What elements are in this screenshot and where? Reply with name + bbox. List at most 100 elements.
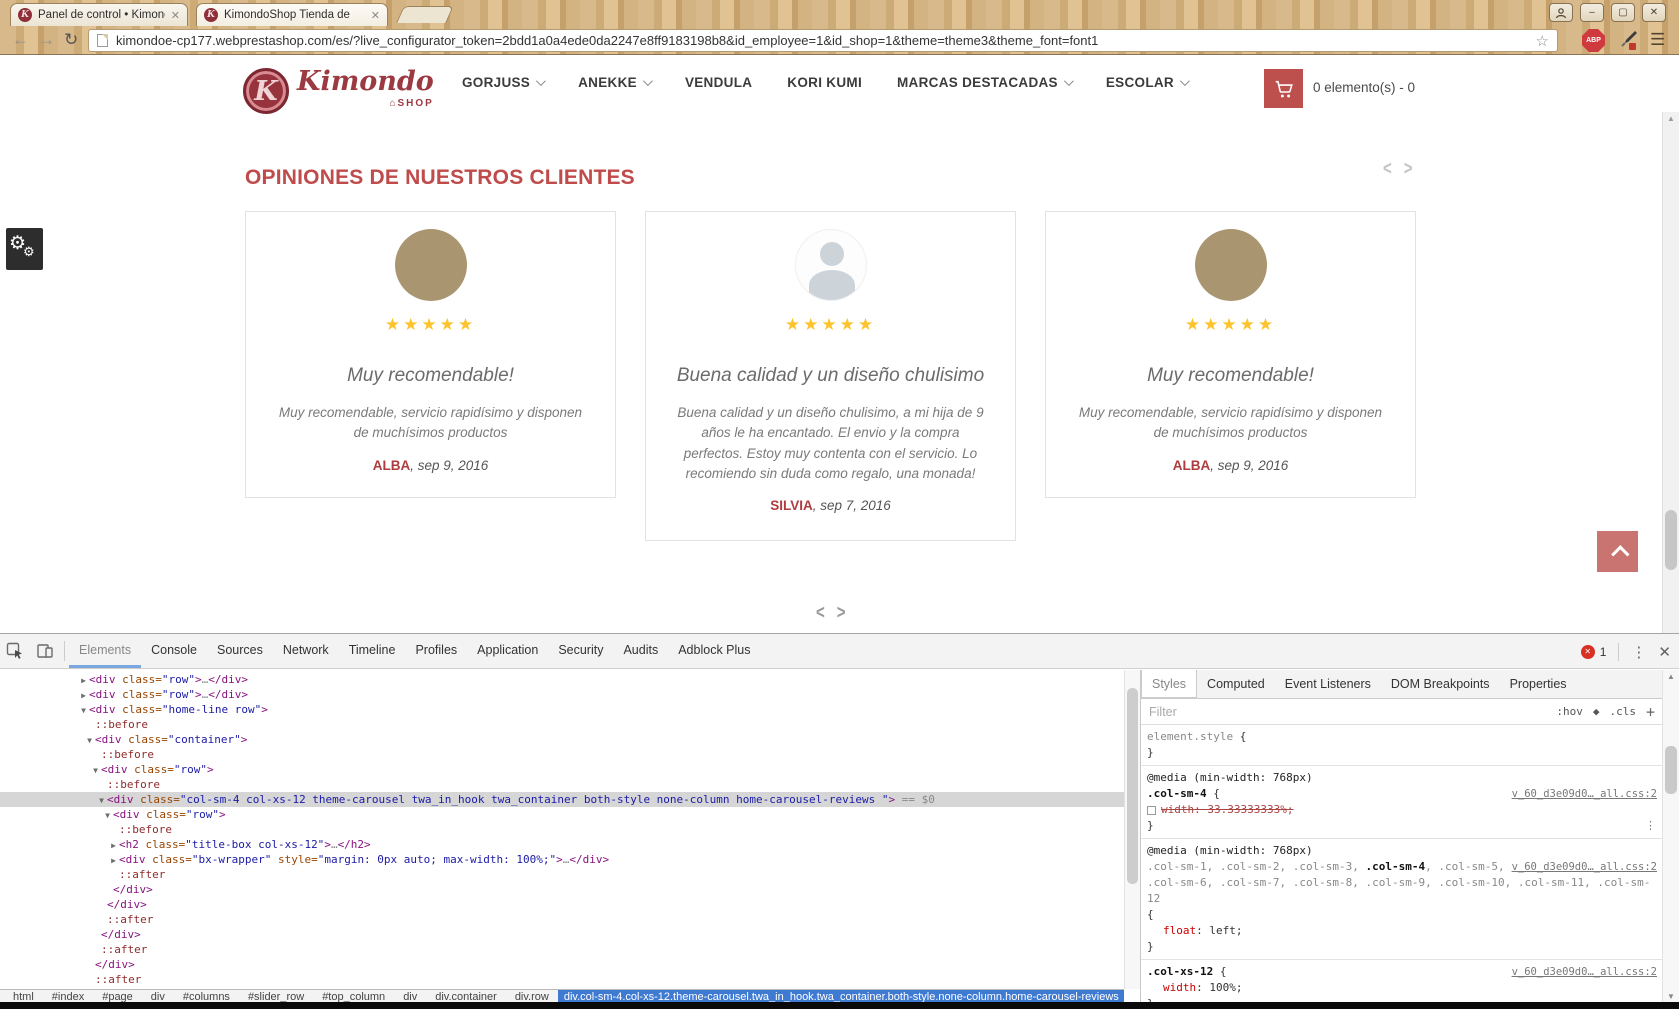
back-button[interactable]: ← (12, 30, 29, 50)
styles-scrollbar[interactable]: ▲ ▼ (1662, 670, 1679, 1003)
tree-line[interactable]: ▼ <div class="home-line row"> (0, 702, 1124, 717)
devtools-tab-adblock-plus[interactable]: Adblock Plus (668, 634, 760, 668)
nav-item-kori-kumi[interactable]: KORI KUMI (787, 75, 862, 90)
profile-button[interactable] (1549, 3, 1573, 22)
carousel-next-icon[interactable]: > (1404, 157, 1413, 179)
css-rule[interactable]: element.style {} (1141, 725, 1663, 766)
tree-line-selected[interactable]: ▼ <div class="col-sm-4 col-xs-12 theme-ca… (0, 792, 1124, 807)
carousel-next-icon[interactable]: > (837, 601, 846, 623)
devtools-tab-elements[interactable]: Elements (69, 634, 142, 668)
tree-line[interactable]: ▶ <div class="bx-wrapper" style="margin: … (0, 852, 1124, 867)
stylesheet-source-link[interactable]: v_60_d3e09d0…_all.css:2 (1512, 964, 1657, 980)
expand-arrow-icon[interactable]: ▶ (108, 838, 119, 853)
tree-line[interactable]: ::before (0, 717, 1124, 732)
stylesheet-source-link[interactable]: v_60_d3e09d0…_all.css:2 (1512, 786, 1657, 802)
scroll-to-top-button[interactable] (1597, 531, 1638, 572)
nav-item-vendula[interactable]: VENDULA (685, 75, 752, 90)
nav-item-gorjuss[interactable]: GORJUSS (462, 75, 546, 90)
browser-tab-1[interactable]: K Panel de control • Kimond ✕ (10, 3, 188, 26)
tab-close-icon[interactable]: ✕ (171, 9, 180, 22)
cart-summary[interactable]: 0 elemento(s) - 0 (1313, 80, 1415, 95)
scrollbar-thumb[interactable] (1665, 510, 1677, 570)
browser-menu-icon[interactable]: ☰ (1650, 30, 1665, 50)
expand-arrow-icon[interactable]: ▼ (102, 808, 113, 823)
styles-pane-tab-event-listeners[interactable]: Event Listeners (1275, 670, 1381, 698)
devtools-tab-security[interactable]: Security (548, 634, 613, 668)
live-configurator-toggle[interactable]: ⚙ ⚙ (6, 228, 43, 270)
expand-arrow-icon[interactable]: ▶ (78, 673, 89, 688)
declaration-checkbox[interactable] (1147, 805, 1156, 815)
toggle-hover-state-button[interactable]: :hov (1556, 705, 1583, 718)
maximize-button[interactable]: ▢ (1611, 3, 1635, 22)
new-tab-button[interactable] (396, 6, 454, 23)
scrollbar-up-icon[interactable]: ▲ (1667, 672, 1675, 681)
tab-close-icon[interactable]: ✕ (371, 9, 380, 22)
devtools-tab-console[interactable]: Console (141, 634, 207, 668)
devtools-tab-audits[interactable]: Audits (613, 634, 668, 668)
tree-line[interactable]: </div> (0, 882, 1124, 897)
expand-arrow-icon[interactable]: ▼ (90, 763, 101, 778)
bookmark-star-icon[interactable]: ☆ (1536, 32, 1549, 50)
element-state-diamond-icon[interactable]: ◆ (1593, 705, 1600, 718)
tree-line[interactable]: </div> (0, 927, 1124, 942)
scrollbar-up-icon[interactable]: ▲ (1667, 114, 1675, 123)
devtools-tab-profiles[interactable]: Profiles (405, 634, 467, 668)
expand-arrow-icon[interactable]: ▼ (78, 703, 89, 718)
styles-filter-input[interactable] (1149, 704, 1549, 719)
devtools-tab-timeline[interactable]: Timeline (339, 634, 406, 668)
scrollbar-down-icon[interactable]: ▼ (1667, 992, 1675, 1001)
scrollbar-thumb[interactable] (1127, 688, 1138, 884)
tree-line[interactable]: ::before (0, 822, 1124, 837)
tree-line[interactable]: ▼ <div class="container"> (0, 732, 1124, 747)
devtools-close-icon[interactable]: ✕ (1658, 643, 1671, 661)
tree-line[interactable]: ::after (0, 867, 1124, 882)
tree-line[interactable]: ▶ <h2 class="title-box col-xs-12">…</h2> (0, 837, 1124, 852)
styles-pane-tab-properties[interactable]: Properties (1500, 670, 1577, 698)
carousel-prev-icon[interactable]: < (1383, 157, 1392, 179)
close-button[interactable]: ✕ (1642, 3, 1666, 22)
scrollbar-thumb[interactable] (1665, 746, 1677, 794)
tree-line[interactable]: ▶ <div class="row">…</div> (0, 687, 1124, 702)
expand-arrow-icon[interactable]: ▼ (84, 733, 95, 748)
tree-line[interactable]: </div> (0, 897, 1124, 912)
devtools-menu-icon[interactable]: ⋮ (1631, 643, 1646, 661)
tree-line[interactable]: ▶ <div class="row">…</div> (0, 672, 1124, 687)
shop-logo[interactable]: K Kimondo ⌂SHOP (243, 68, 434, 114)
rule-menu-dots-icon[interactable]: ⋮ (1645, 818, 1657, 834)
tree-line[interactable]: ::after (0, 942, 1124, 957)
nav-item-anekke[interactable]: ANEKKE (578, 75, 653, 90)
css-rule[interactable]: @media (min-width: 768px) v_60_d3e09d0…_a… (1141, 766, 1663, 839)
tree-line[interactable]: </div> (0, 957, 1124, 972)
tree-line[interactable]: ::after (0, 912, 1124, 927)
adblock-extension-icon[interactable]: ABP (1582, 29, 1605, 52)
tree-line[interactable]: ::before (0, 777, 1124, 792)
minimize-button[interactable]: – (1580, 3, 1604, 22)
address-bar[interactable]: ☆ (88, 29, 1558, 52)
reload-button[interactable]: ↻ (64, 30, 78, 50)
nav-item-marcas-destacadas[interactable]: MARCAS DESTACADAS (897, 75, 1074, 90)
devtools-tab-application[interactable]: Application (467, 634, 548, 668)
expand-arrow-icon[interactable]: ▼ (96, 793, 107, 808)
css-rule[interactable]: v_60_d3e09d0…_all.css:2 .col-xs-12 {width… (1141, 960, 1663, 1003)
colorpicker-extension-icon[interactable] (1616, 28, 1640, 57)
page-scrollbar[interactable]: ▲ (1662, 112, 1679, 633)
toggle-classes-button[interactable]: .cls (1609, 705, 1636, 718)
device-toolbar-button[interactable] (30, 634, 60, 668)
browser-tab-2[interactable]: K KimondoShop Tienda de ✕ (196, 3, 388, 26)
tree-line[interactable]: ::before (0, 747, 1124, 762)
styles-pane-tab-dom-breakpoints[interactable]: DOM Breakpoints (1381, 670, 1500, 698)
tree-line[interactable]: ▼ <div class="row"> (0, 807, 1124, 822)
error-count-badge[interactable]: ✕ 1 (1580, 644, 1606, 659)
stylesheet-source-link[interactable]: v_60_d3e09d0…_all.css:2 (1512, 859, 1657, 875)
elements-scrollbar[interactable] (1124, 670, 1140, 989)
css-rule[interactable]: @media (min-width: 768px) v_60_d3e09d0…_a… (1141, 839, 1663, 960)
new-style-rule-icon[interactable]: + (1646, 703, 1655, 721)
devtools-tab-network[interactable]: Network (273, 634, 339, 668)
forward-button[interactable]: → (38, 30, 55, 50)
tree-line[interactable]: ▼ <div class="row"> (0, 762, 1124, 777)
tree-line[interactable]: ::after (0, 972, 1124, 987)
url-input[interactable] (116, 33, 1528, 48)
styles-pane-tab-styles[interactable]: Styles (1141, 670, 1198, 698)
carousel-prev-icon[interactable]: < (816, 601, 825, 623)
nav-item-escolar[interactable]: ESCOLAR (1106, 75, 1190, 90)
